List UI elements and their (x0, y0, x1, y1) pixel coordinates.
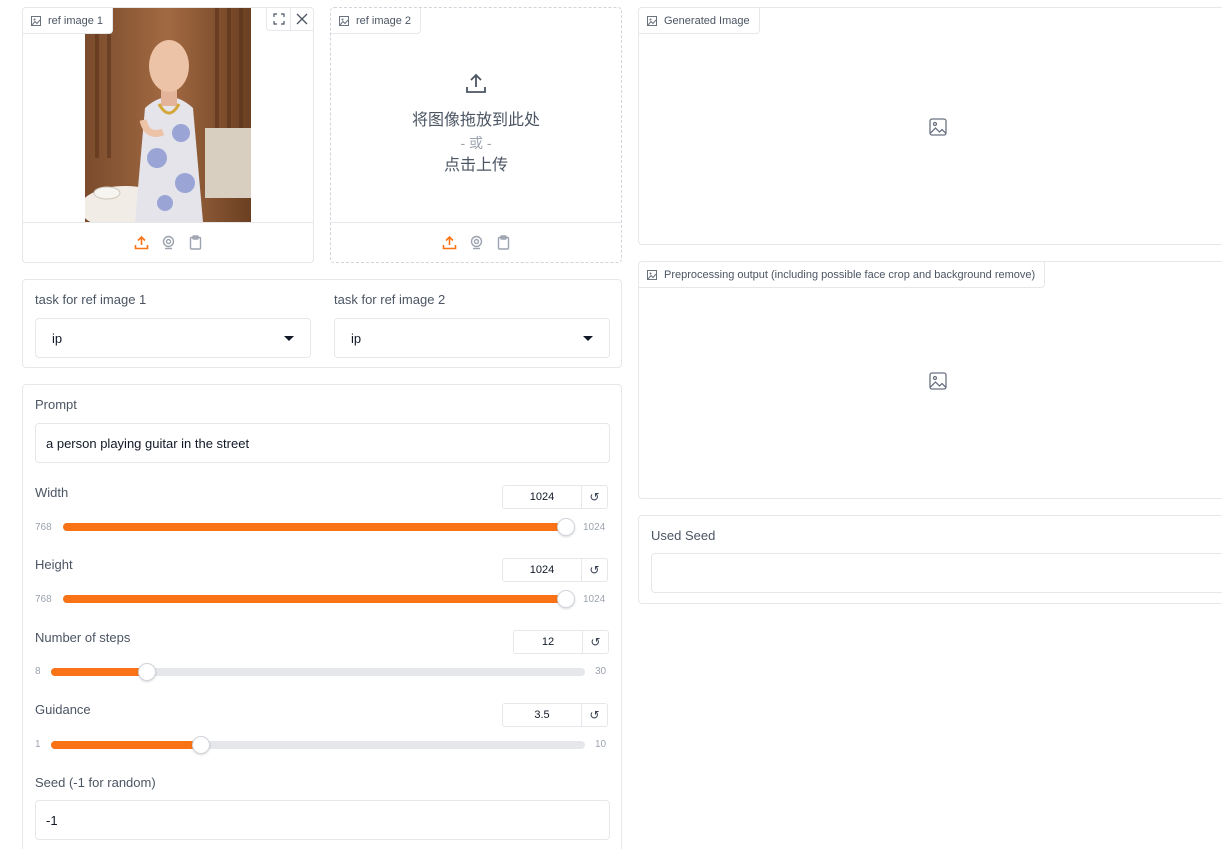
used-seed-panel: Used Seed (638, 515, 1222, 604)
task2-value: ip (351, 330, 362, 346)
task2-dropdown[interactable]: ip (334, 318, 610, 358)
click-upload-text: 点击上传 (443, 156, 508, 174)
guidance-slider[interactable] (51, 736, 585, 754)
empty-image-icon (929, 118, 947, 136)
image-icon (647, 269, 657, 280)
width-input[interactable]: 1024 (502, 485, 582, 509)
upload-area[interactable]: 将图像拖放到此处 - 或 - 点击上传 (331, 8, 621, 222)
settings-panel: Prompt a person playing guitar in the st… (22, 384, 622, 849)
seed-label: Seed (-1 for random) (35, 775, 156, 790)
seed-input[interactable]: -1 (35, 800, 610, 840)
guidance-min: 1 (35, 739, 41, 750)
task1-value: ip (52, 330, 63, 346)
prompt-input[interactable]: a person playing guitar in the street (35, 423, 610, 463)
guidance-slider-fill (51, 741, 201, 749)
height-input[interactable]: 1024 (502, 558, 582, 582)
image-icon (339, 15, 349, 26)
fullscreen-icon[interactable] (267, 8, 290, 30)
close-icon[interactable] (290, 8, 313, 30)
task1-label: task for ref image 1 (35, 292, 147, 307)
height-reset-button[interactable]: ↺ (582, 558, 608, 582)
chevron-down-icon (284, 335, 294, 341)
width-max: 1024 (583, 522, 606, 533)
steps-min: 8 (35, 666, 41, 677)
guidance-input[interactable]: 3.5 (502, 703, 582, 727)
task-panel: task for ref image 1 ip task for ref ima… (22, 279, 622, 368)
guidance-slider-thumb[interactable] (191, 736, 210, 754)
preprocessing-output-panel: Preprocessing output (including possible… (638, 261, 1222, 499)
used-seed-output[interactable] (651, 553, 1222, 593)
height-slider-fill (63, 595, 566, 603)
generated-image-panel: Generated Image (638, 7, 1222, 245)
steps-slider-thumb[interactable] (138, 663, 157, 681)
ref-image-1-label: ref image 1 (23, 8, 114, 34)
webcam-icon[interactable] (468, 234, 485, 251)
image-toolbar (266, 8, 313, 31)
used-seed-label: Used Seed (651, 528, 716, 543)
guidance-max: 10 (595, 739, 607, 750)
width-slider-thumb[interactable] (557, 518, 575, 536)
prompt-label: Prompt (35, 397, 77, 412)
steps-number: 12 ↺ (513, 630, 609, 654)
webcam-icon[interactable] (160, 234, 177, 251)
ref-image-1-panel[interactable]: ref image 1 (22, 7, 314, 263)
guidance-number: 3.5 ↺ (502, 703, 608, 727)
image-icon (647, 15, 657, 26)
upload-icon[interactable] (441, 234, 458, 251)
task2-label: task for ref image 2 (334, 292, 446, 307)
width-slider-fill (63, 523, 566, 531)
height-number: 1024 ↺ (502, 558, 608, 582)
steps-max: 30 (595, 666, 607, 677)
height-min: 768 (35, 594, 52, 605)
width-slider[interactable] (63, 518, 575, 536)
guidance-reset-button[interactable]: ↺ (582, 703, 608, 727)
height-label: Height (35, 557, 73, 572)
width-reset-button[interactable]: ↺ (582, 485, 608, 509)
ref-image-2-dropzone[interactable]: 将图像拖放到此处 - 或 - 点击上传 ref image 2 (330, 7, 622, 263)
chevron-down-icon (583, 335, 593, 341)
ref-image-1-preview (85, 8, 251, 222)
steps-slider-fill (51, 668, 148, 676)
height-slider[interactable] (63, 590, 575, 608)
width-number: 1024 ↺ (502, 485, 608, 509)
ref-image-2-label: ref image 2 (331, 8, 422, 34)
steps-input[interactable]: 12 (513, 630, 583, 654)
steps-slider[interactable] (51, 663, 585, 681)
generated-image-label: Generated Image (639, 8, 760, 34)
drop-text: 将图像拖放到此处 (411, 111, 540, 129)
steps-label: Number of steps (35, 630, 131, 645)
height-slider-thumb[interactable] (557, 590, 575, 608)
upload-arrow-icon (466, 73, 486, 93)
source-selector (23, 222, 313, 262)
clipboard-icon[interactable] (187, 234, 204, 251)
height-max: 1024 (583, 594, 606, 605)
or-text: - 或 - (460, 134, 492, 151)
task1-dropdown[interactable]: ip (35, 318, 311, 358)
upload-icon[interactable] (133, 234, 150, 251)
preprocessing-output-label: Preprocessing output (including possible… (639, 262, 1046, 288)
empty-image-icon (929, 372, 947, 390)
source-selector (331, 222, 621, 262)
steps-reset-button[interactable]: ↺ (583, 630, 609, 654)
width-label: Width (35, 485, 69, 500)
guidance-label: Guidance (35, 702, 91, 717)
clipboard-icon[interactable] (495, 234, 512, 251)
image-icon (31, 15, 41, 26)
width-min: 768 (35, 522, 52, 533)
